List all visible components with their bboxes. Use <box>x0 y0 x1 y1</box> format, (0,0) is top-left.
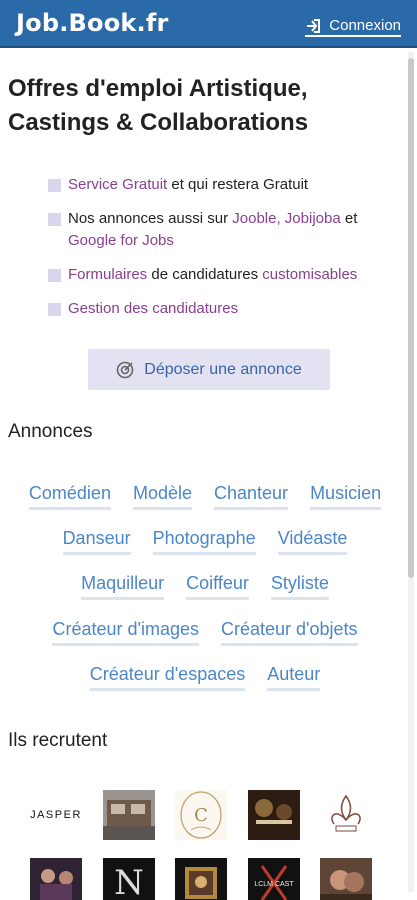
feature-link[interactable]: customisables <box>262 266 357 283</box>
brand-logo[interactable]: Job.Book.fr <box>16 9 169 37</box>
category-tag[interactable]: Créateur d'espaces <box>89 664 246 691</box>
feature-text-part: et qui restera Gratuit <box>167 176 309 193</box>
target-icon <box>116 361 134 378</box>
stage-photo-logo[interactable] <box>30 858 82 900</box>
features-list: Service Gratuit et qui restera Gratuit No… <box>48 174 398 332</box>
feature-link[interactable]: Jooble, Jobijoba <box>232 210 340 227</box>
bullet-square-icon <box>48 213 61 226</box>
feature-text-part: de candidatures <box>147 266 263 283</box>
category-tag[interactable]: Modèle <box>132 483 192 510</box>
post-ad-label: Déposer une annonce <box>144 360 302 378</box>
casting-logo[interactable]: LCLM CAST <box>248 858 300 900</box>
recruiters-title: Ils recrutent <box>8 730 108 751</box>
feature-item: Formulaires de candidatures customisable… <box>48 264 398 286</box>
category-tag[interactable]: Maquilleur <box>81 573 165 600</box>
category-tag[interactable]: Créateur d'images <box>52 619 199 646</box>
annonces-title: Annonces <box>8 421 93 442</box>
category-tag[interactable]: Vidéaste <box>277 528 348 555</box>
feature-item: Nos annonces aussi sur Jooble, Jobijoba … <box>48 208 398 252</box>
category-tag[interactable]: Coiffeur <box>186 573 249 600</box>
recruiters-row-1: JASPER C <box>0 790 410 842</box>
category-tag[interactable]: Chanteur <box>214 483 289 510</box>
feature-link[interactable]: Gestion des candidatures <box>68 300 238 317</box>
n-letter-logo[interactable]: N <box>103 858 155 900</box>
feature-link[interactable]: Service Gratuit <box>68 176 167 193</box>
dark-poster-logo[interactable] <box>248 790 300 840</box>
tag-row: Maquilleur Coiffeur Styliste <box>0 573 410 600</box>
tag-row: Créateur d'images Créateur d'objets <box>0 619 410 646</box>
tag-row: Comédien Modèle Chanteur Musicien <box>0 483 410 510</box>
jasper-logo[interactable]: JASPER <box>30 790 82 840</box>
feature-text-part: Nos annonces aussi sur <box>68 210 233 227</box>
feature-link[interactable]: Formulaires <box>68 266 147 283</box>
login-label: Connexion <box>329 17 401 34</box>
bullet-square-icon <box>48 303 61 316</box>
top-bar: Job.Book.fr Connexion <box>0 0 417 48</box>
category-tag[interactable]: Danseur <box>62 528 131 555</box>
c-monogram-logo[interactable]: C <box>175 790 227 840</box>
tag-row: Créateur d'espaces Auteur <box>0 664 410 691</box>
svg-text:C: C <box>194 805 208 826</box>
feature-text: Service Gratuit et qui restera Gratuit <box>68 174 308 196</box>
tag-row: Danseur Photographe Vidéaste <box>0 528 410 555</box>
category-tag[interactable]: Photographe <box>152 528 256 555</box>
street-photo-logo[interactable] <box>103 790 155 840</box>
page-title: Offres d'emploi Artistique, Castings & C… <box>8 75 309 136</box>
feature-item: Gestion des candidatures <box>48 298 398 320</box>
category-tag[interactable]: Styliste <box>270 573 329 600</box>
svg-text:LCLM CAST: LCLM CAST <box>254 881 294 888</box>
feature-text: Formulaires de candidatures customisable… <box>68 264 357 286</box>
login-link[interactable]: Connexion <box>305 17 401 37</box>
category-tag[interactable]: Comédien <box>28 483 111 510</box>
category-tag[interactable]: Musicien <box>310 483 382 510</box>
fleur-de-lis-logo[interactable] <box>320 790 372 840</box>
portrait-photo-logo[interactable] <box>320 858 372 900</box>
category-tag[interactable]: Créateur d'objets <box>221 619 358 646</box>
bullet-square-icon <box>48 269 61 282</box>
feature-link[interactable]: Google for Jobs <box>68 232 174 249</box>
feature-text: Gestion des candidatures <box>68 298 238 320</box>
feature-text-part: et <box>340 210 358 227</box>
framed-painting-logo[interactable] <box>175 858 227 900</box>
feature-text: Nos annonces aussi sur Jooble, Jobijoba … <box>68 208 398 252</box>
post-ad-button[interactable]: Déposer une annonce <box>88 349 330 390</box>
bullet-square-icon <box>48 179 61 192</box>
recruiters-row-2: N LCLM CAST <box>0 858 410 900</box>
feature-item: Service Gratuit et qui restera Gratuit <box>48 174 398 196</box>
category-tag[interactable]: Auteur <box>267 664 321 691</box>
sign-in-icon <box>307 18 321 33</box>
